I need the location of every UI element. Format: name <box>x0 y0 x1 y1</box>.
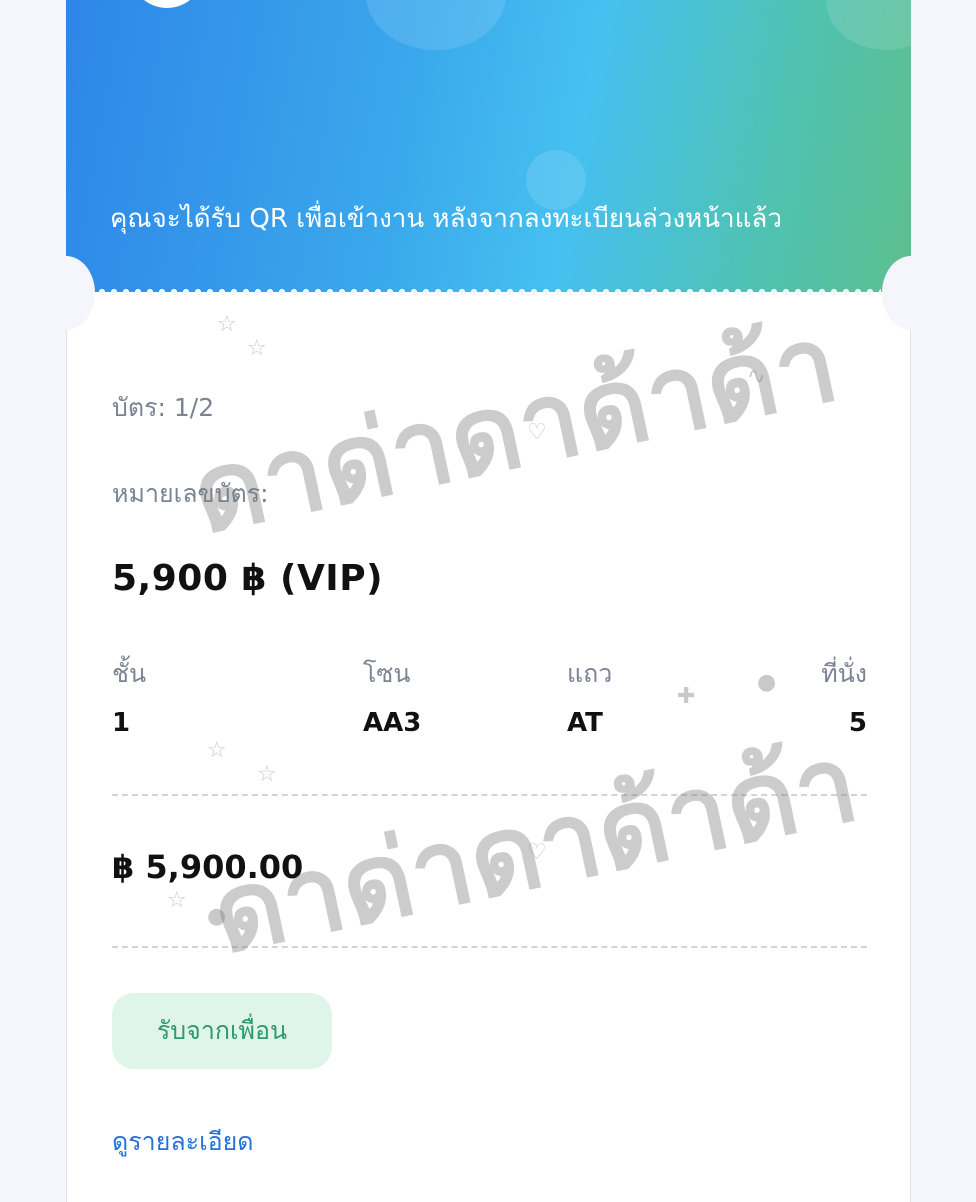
floor-label: ชั้น <box>112 659 147 688</box>
star-doodle-icon: ☆ <box>217 312 237 337</box>
paw-doodle-icon: ● <box>207 904 227 929</box>
seat-number-value: 5 <box>848 708 867 738</box>
heart-doodle-icon: ♡ <box>527 840 547 865</box>
star-doodle-icon: ☆ <box>167 888 187 913</box>
seat-row: แถว AT <box>567 654 612 738</box>
dashed-divider <box>112 794 867 796</box>
event-avatar <box>130 0 204 8</box>
qr-notice-text: คุณจะได้รับ QR เพื่อเข้างาน หลังจากลงทะเ… <box>110 204 782 234</box>
ticket-price-title: 5,900 ฿ (VIP) <box>112 558 384 599</box>
total-price: ฿ 5,900.00 <box>112 848 304 886</box>
zone-value: AA3 <box>363 708 422 738</box>
paw-doodle-icon: ● <box>757 670 777 695</box>
row-label: แถว <box>567 659 613 688</box>
seat-floor: ชั้น 1 <box>112 654 146 738</box>
ticket-count: บัตร: 1/2 <box>112 393 215 422</box>
star-doodle-icon: ☆ <box>257 762 277 787</box>
view-details-link[interactable]: ดูรายละเอียด <box>112 1122 254 1162</box>
seat-zone: โซน AA3 <box>363 654 421 738</box>
heart-doodle-icon: ♡ <box>527 420 547 445</box>
seat-number: ที่นั่ง 5 <box>799 654 867 738</box>
ticket-number-label: หมายเลขบัตร: <box>112 479 269 508</box>
ticket-card: คุณจะได้รับ QR เพื่อเข้างาน หลังจากลงทะเ… <box>37 0 940 1202</box>
dashed-divider <box>112 946 867 948</box>
ticket-perforation <box>96 288 881 296</box>
ticket-header-banner: คุณจะได้รับ QR เพื่อเข้างาน หลังจากลงทะเ… <box>66 0 911 292</box>
header-decoration <box>826 0 911 50</box>
ticket-body: บัตร: 1/2 หมายเลขบัตร: 5,900 ฿ (VIP) ชั้… <box>66 292 911 1202</box>
swirl-doodle-icon: ∿ <box>747 364 766 389</box>
seat-number-label: ที่นั่ง <box>821 659 867 688</box>
star-doodle-icon: ☆ <box>247 336 267 361</box>
star-doodle-icon: ☆ <box>207 738 227 763</box>
ticket-notch-right <box>882 256 940 330</box>
plus-doodle-icon: ✚ <box>677 684 696 709</box>
receive-from-friend-button[interactable]: รับจากเพื่อน <box>112 993 332 1069</box>
row-value: AT <box>567 708 603 738</box>
floor-value: 1 <box>112 708 131 738</box>
watermark-text: ดาด่าดาด้าด้า <box>182 300 848 559</box>
header-decoration <box>366 0 506 50</box>
ticket-notch-left <box>37 256 95 330</box>
zone-label: โซน <box>363 659 411 688</box>
